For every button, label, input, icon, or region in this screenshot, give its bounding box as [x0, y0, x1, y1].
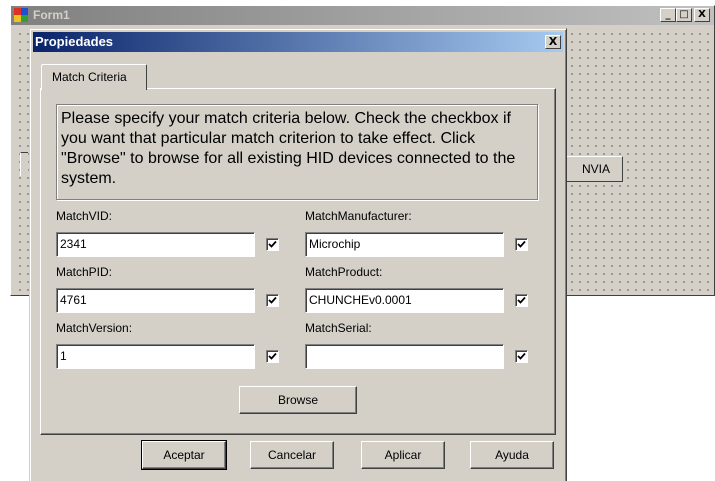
dialog-title: Propiedades [35, 34, 114, 49]
match-pid-input[interactable]: 4761 [56, 288, 255, 313]
match-manufacturer-checkbox[interactable] [515, 238, 528, 251]
close-icon[interactable]: X [694, 8, 710, 22]
form1-titlebar[interactable]: Form1 _ □ X [11, 6, 714, 25]
help-button[interactable]: Ayuda [470, 441, 554, 469]
match-manufacturer-input[interactable]: Microchip [305, 232, 504, 257]
match-criteria-panel: Please specify your match criteria below… [40, 88, 556, 435]
match-manufacturer-label: MatchManufacturer: [305, 209, 412, 223]
tab-match-criteria[interactable]: Match Criteria [41, 64, 147, 90]
match-product-input[interactable]: CHUNCHEv0.0001 [305, 288, 504, 313]
form1-hidden-button[interactable] [20, 152, 28, 176]
apply-button[interactable]: Aplicar [361, 441, 445, 469]
match-product-checkbox[interactable] [515, 294, 528, 307]
match-vid-input[interactable]: 2341 [56, 232, 255, 257]
match-serial-input[interactable] [305, 344, 504, 369]
match-vid-label: MatchVID: [56, 209, 113, 223]
match-product-label: MatchProduct: [305, 265, 383, 279]
checkmark-icon [268, 352, 277, 360]
browse-button[interactable]: Browse [239, 386, 357, 414]
properties-dialog: Propiedades X Match Criteria Please spec… [29, 28, 567, 481]
minimize-icon[interactable]: _ [660, 8, 676, 22]
dialog-close-icon[interactable]: X [545, 35, 561, 49]
checkmark-icon [517, 352, 526, 360]
match-pid-label: MatchPID: [56, 265, 113, 279]
form-app-icon [14, 8, 28, 22]
info-box: Please specify your match criteria below… [56, 104, 538, 200]
checkmark-icon [517, 240, 526, 248]
maximize-icon[interactable]: □ [676, 8, 692, 22]
checkmark-icon [268, 296, 277, 304]
match-version-checkbox[interactable] [266, 350, 279, 363]
accept-button[interactable]: Aceptar [141, 440, 227, 470]
match-vid-checkbox[interactable] [266, 238, 279, 251]
checkmark-icon [268, 240, 277, 248]
match-serial-checkbox[interactable] [515, 350, 528, 363]
dialog-titlebar[interactable]: Propiedades X [33, 32, 563, 52]
match-version-input[interactable]: 1 [56, 344, 255, 369]
info-text: Please specify your match criteria below… [61, 110, 516, 187]
form1-title: Form1 [33, 8, 70, 22]
match-serial-label: MatchSerial: [305, 321, 372, 335]
checkmark-icon [517, 296, 526, 304]
match-pid-checkbox[interactable] [266, 294, 279, 307]
match-version-label: MatchVersion: [56, 321, 133, 335]
cancel-button[interactable]: Cancelar [250, 441, 334, 469]
